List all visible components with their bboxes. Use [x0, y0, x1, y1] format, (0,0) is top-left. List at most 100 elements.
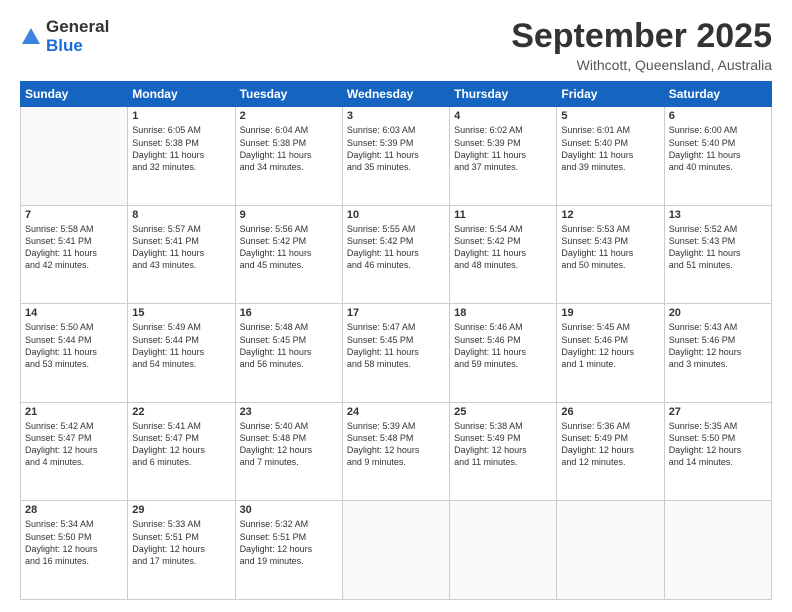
day-number: 1 — [132, 110, 230, 122]
cell-info: Sunrise: 5:45 AMSunset: 5:46 PMDaylight:… — [561, 321, 659, 370]
cell-info: Sunrise: 5:46 AMSunset: 5:46 PMDaylight:… — [454, 321, 552, 370]
calendar-cell: 29 Sunrise: 5:33 AMSunset: 5:51 PMDayligh… — [128, 501, 235, 600]
day-number: 9 — [240, 209, 338, 221]
calendar-cell: 23 Sunrise: 5:40 AMSunset: 5:48 PMDayligh… — [235, 402, 342, 501]
calendar-cell: 1 Sunrise: 6:05 AMSunset: 5:38 PMDaylight… — [128, 107, 235, 206]
logo-icon — [20, 26, 42, 48]
cell-info: Sunrise: 5:55 AMSunset: 5:42 PMDaylight:… — [347, 223, 445, 272]
cell-info: Sunrise: 5:39 AMSunset: 5:48 PMDaylight:… — [347, 420, 445, 469]
calendar-cell: 7Sunrise: 5:58 AMSunset: 5:41 PMDaylight… — [21, 205, 128, 304]
cell-info: Sunrise: 6:04 AMSunset: 5:38 PMDaylight:… — [240, 124, 338, 173]
cell-info: Sunrise: 5:58 AMSunset: 5:41 PMDaylight:… — [25, 223, 123, 272]
day-number: 25 — [454, 406, 552, 418]
cell-info: Sunrise: 5:33 AMSunset: 5:51 PMDaylight:… — [132, 518, 230, 567]
calendar-cell — [342, 501, 449, 600]
calendar-cell: 20 Sunrise: 5:43 AMSunset: 5:46 PMDayligh… — [664, 304, 771, 403]
day-number: 20 — [669, 307, 767, 319]
calendar-cell: 19 Sunrise: 5:45 AMSunset: 5:46 PMDayligh… — [557, 304, 664, 403]
calendar-cell — [450, 501, 557, 600]
day-number: 12 — [561, 209, 659, 221]
calendar-header-row: SundayMondayTuesdayWednesdayThursdayFrid… — [21, 82, 772, 107]
day-number: 18 — [454, 307, 552, 319]
day-number: 29 — [132, 504, 230, 516]
calendar-cell: 13Sunrise: 5:52 AMSunset: 5:43 PMDayligh… — [664, 205, 771, 304]
weekday-header: Saturday — [664, 82, 771, 107]
calendar-cell: 28 Sunrise: 5:34 AMSunset: 5:50 PMDayligh… — [21, 501, 128, 600]
calendar-cell: 24 Sunrise: 5:39 AMSunset: 5:48 PMDayligh… — [342, 402, 449, 501]
calendar-week-row: 14Sunrise: 5:50 AMSunset: 5:44 PMDayligh… — [21, 304, 772, 403]
day-number: 19 — [561, 307, 659, 319]
weekday-header: Wednesday — [342, 82, 449, 107]
calendar-cell: 27 Sunrise: 5:35 AMSunset: 5:50 PMDayligh… — [664, 402, 771, 501]
calendar-cell: 9 Sunrise: 5:56 AMSunset: 5:42 PMDaylight… — [235, 205, 342, 304]
day-number: 2 — [240, 110, 338, 122]
weekday-header: Sunday — [21, 82, 128, 107]
day-number: 8 — [132, 209, 230, 221]
day-number: 3 — [347, 110, 445, 122]
calendar-cell: 10 Sunrise: 5:55 AMSunset: 5:42 PMDayligh… — [342, 205, 449, 304]
calendar-cell: 2 Sunrise: 6:04 AMSunset: 5:38 PMDaylight… — [235, 107, 342, 206]
header: General Blue September 2025 Withcott, Qu… — [20, 18, 772, 73]
cell-info: Sunrise: 5:35 AMSunset: 5:50 PMDaylight:… — [669, 420, 767, 469]
calendar-week-row: 1 Sunrise: 6:05 AMSunset: 5:38 PMDaylight… — [21, 107, 772, 206]
cell-info: Sunrise: 5:48 AMSunset: 5:45 PMDaylight:… — [240, 321, 338, 370]
calendar-cell: 17Sunrise: 5:47 AMSunset: 5:45 PMDayligh… — [342, 304, 449, 403]
calendar-cell: 5 Sunrise: 6:01 AMSunset: 5:40 PMDaylight… — [557, 107, 664, 206]
day-number: 11 — [454, 209, 552, 221]
day-number: 23 — [240, 406, 338, 418]
day-number: 6 — [669, 110, 767, 122]
calendar-table: SundayMondayTuesdayWednesdayThursdayFrid… — [20, 81, 772, 600]
calendar-cell: 4Sunrise: 6:02 AMSunset: 5:39 PMDaylight… — [450, 107, 557, 206]
title-block: September 2025 Withcott, Queensland, Aus… — [511, 18, 772, 73]
calendar-cell: 6Sunrise: 6:00 AMSunset: 5:40 PMDaylight… — [664, 107, 771, 206]
calendar-cell: 22 Sunrise: 5:41 AMSunset: 5:47 PMDayligh… — [128, 402, 235, 501]
cell-info: Sunrise: 5:52 AMSunset: 5:43 PMDaylight:… — [669, 223, 767, 272]
cell-info: Sunrise: 5:38 AMSunset: 5:49 PMDaylight:… — [454, 420, 552, 469]
calendar-cell: 8 Sunrise: 5:57 AMSunset: 5:41 PMDaylight… — [128, 205, 235, 304]
calendar-cell: 26Sunrise: 5:36 AMSunset: 5:49 PMDayligh… — [557, 402, 664, 501]
calendar-cell: 25 Sunrise: 5:38 AMSunset: 5:49 PMDayligh… — [450, 402, 557, 501]
day-number: 5 — [561, 110, 659, 122]
calendar-week-row: 21Sunrise: 5:42 AMSunset: 5:47 PMDayligh… — [21, 402, 772, 501]
cell-info: Sunrise: 5:54 AMSunset: 5:42 PMDaylight:… — [454, 223, 552, 272]
calendar-cell — [557, 501, 664, 600]
day-number: 28 — [25, 504, 123, 516]
day-number: 21 — [25, 406, 123, 418]
cell-info: Sunrise: 6:05 AMSunset: 5:38 PMDaylight:… — [132, 124, 230, 173]
cell-info: Sunrise: 6:01 AMSunset: 5:40 PMDaylight:… — [561, 124, 659, 173]
month-title: September 2025 — [511, 18, 772, 55]
day-number: 16 — [240, 307, 338, 319]
calendar-cell: 12 Sunrise: 5:53 AMSunset: 5:43 PMDayligh… — [557, 205, 664, 304]
day-number: 15 — [132, 307, 230, 319]
cell-info: Sunrise: 5:53 AMSunset: 5:43 PMDaylight:… — [561, 223, 659, 272]
calendar-week-row: 28 Sunrise: 5:34 AMSunset: 5:50 PMDayligh… — [21, 501, 772, 600]
cell-info: Sunrise: 5:32 AMSunset: 5:51 PMDaylight:… — [240, 518, 338, 567]
weekday-header: Tuesday — [235, 82, 342, 107]
day-number: 22 — [132, 406, 230, 418]
calendar-cell: 30 Sunrise: 5:32 AMSunset: 5:51 PMDayligh… — [235, 501, 342, 600]
logo-blue: Blue — [46, 37, 109, 56]
calendar-cell: 15Sunrise: 5:49 AMSunset: 5:44 PMDayligh… — [128, 304, 235, 403]
calendar-week-row: 7Sunrise: 5:58 AMSunset: 5:41 PMDaylight… — [21, 205, 772, 304]
location: Withcott, Queensland, Australia — [511, 57, 772, 73]
cell-info: Sunrise: 5:34 AMSunset: 5:50 PMDaylight:… — [25, 518, 123, 567]
page: General Blue September 2025 Withcott, Qu… — [0, 0, 792, 612]
day-number: 24 — [347, 406, 445, 418]
calendar-cell — [664, 501, 771, 600]
calendar-cell: 16 Sunrise: 5:48 AMSunset: 5:45 PMDayligh… — [235, 304, 342, 403]
weekday-header: Monday — [128, 82, 235, 107]
day-number: 10 — [347, 209, 445, 221]
calendar-cell: 21Sunrise: 5:42 AMSunset: 5:47 PMDayligh… — [21, 402, 128, 501]
cell-info: Sunrise: 5:40 AMSunset: 5:48 PMDaylight:… — [240, 420, 338, 469]
logo: General Blue — [20, 18, 109, 55]
weekday-header: Thursday — [450, 82, 557, 107]
cell-info: Sunrise: 5:41 AMSunset: 5:47 PMDaylight:… — [132, 420, 230, 469]
cell-info: Sunrise: 5:57 AMSunset: 5:41 PMDaylight:… — [132, 223, 230, 272]
cell-info: Sunrise: 6:02 AMSunset: 5:39 PMDaylight:… — [454, 124, 552, 173]
cell-info: Sunrise: 5:43 AMSunset: 5:46 PMDaylight:… — [669, 321, 767, 370]
day-number: 30 — [240, 504, 338, 516]
day-number: 27 — [669, 406, 767, 418]
day-number: 14 — [25, 307, 123, 319]
logo-text: General Blue — [46, 18, 109, 55]
cell-info: Sunrise: 5:56 AMSunset: 5:42 PMDaylight:… — [240, 223, 338, 272]
